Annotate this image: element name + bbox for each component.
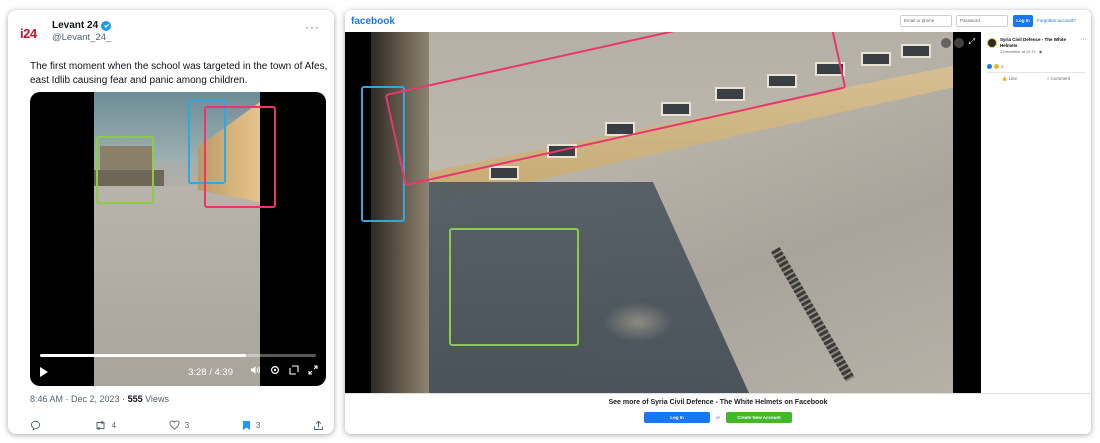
- like-reaction-icon: [987, 64, 992, 69]
- tweet-video-player[interactable]: 3:28 / 4:39: [30, 92, 326, 386]
- bookmark-icon: [242, 420, 250, 430]
- like-count: 3: [184, 420, 190, 430]
- views-count: 555: [127, 394, 143, 404]
- see-more-text: See more of Syria Civil Defence - The Wh…: [608, 399, 828, 406]
- reply-button[interactable]: [30, 420, 41, 431]
- views-label: Views: [142, 394, 169, 404]
- login-prompt-bar: See more of Syria Civil Defence - The Wh…: [345, 393, 1091, 434]
- header-login-button[interactable]: Log In: [1013, 15, 1033, 27]
- more-options-icon[interactable]: ···: [1080, 36, 1087, 43]
- highlight-box-green: [96, 136, 154, 204]
- password-field[interactable]: Password: [956, 15, 1008, 27]
- page-name[interactable]: Syria Civil Defence - The White Helmets: [1000, 37, 1068, 48]
- fullscreen-icon[interactable]: [308, 365, 318, 379]
- post-date[interactable]: 2 December at 19:79 · ◉: [1000, 49, 1042, 54]
- expand-icon[interactable]: ⤢: [969, 37, 975, 47]
- facebook-topbar: facebook Email or phone Password Log In …: [345, 10, 1091, 32]
- forgot-account-link[interactable]: Forgotten account?: [1037, 18, 1076, 23]
- or-text: or: [715, 415, 720, 420]
- reply-icon: [30, 420, 41, 431]
- retweet-button[interactable]: 4: [94, 420, 116, 431]
- create-account-button[interactable]: Create New Account: [726, 412, 792, 423]
- more-options-icon[interactable]: ···: [305, 20, 320, 34]
- facebook-card: facebook Email or phone Password Log In …: [345, 10, 1091, 434]
- email-field[interactable]: Email or phone: [900, 15, 952, 27]
- comment-icon: ○: [1046, 76, 1050, 81]
- reactions-summary[interactable]: 3: [987, 64, 1003, 69]
- video-progress-bar[interactable]: [40, 354, 316, 357]
- verified-badge-icon: [101, 20, 112, 31]
- volume-icon[interactable]: [250, 365, 261, 379]
- facebook-logo[interactable]: facebook: [351, 16, 395, 27]
- reaction-count: 3: [1001, 64, 1004, 69]
- like-button[interactable]: 👍 Like: [1002, 76, 1017, 82]
- like-button[interactable]: 3: [169, 420, 189, 430]
- tweet-text: The first moment when the school was tar…: [30, 61, 328, 86]
- author-info: Levant 24 @Levant_24_: [52, 20, 111, 43]
- author-name[interactable]: Levant 24: [52, 20, 98, 31]
- tweet-timestamp[interactable]: 8:46 AM · Dec 2, 2023 ·: [30, 394, 128, 404]
- comment-button[interactable]: ○ Comment: [1047, 76, 1071, 81]
- retweet-icon: [96, 420, 105, 430]
- picture-in-picture-icon[interactable]: [289, 365, 299, 379]
- bookmark-button[interactable]: 3: [242, 420, 260, 431]
- share-button[interactable]: [313, 420, 324, 431]
- page-avatar[interactable]: [987, 38, 997, 48]
- share-icon: [313, 420, 323, 430]
- tweet-actions: 4 3 3: [30, 418, 324, 432]
- heart-icon: [169, 420, 180, 430]
- tweet-meta: 8:46 AM · Dec 2, 2023 · 555 Views: [30, 394, 169, 404]
- thumbs-up-icon: 👍: [1001, 75, 1008, 81]
- post-actions: 👍 Like ○ Comment: [987, 72, 1085, 82]
- video-controls: 3:28 / 4:39: [40, 364, 318, 380]
- facebook-video-player[interactable]: ⤢: [345, 32, 981, 393]
- author-handle[interactable]: @Levant_24_: [52, 32, 111, 43]
- highlight-box-pink: [204, 106, 276, 208]
- play-icon[interactable]: [40, 367, 48, 377]
- tweet-card: i24 Levant 24 @Levant_24_ ··· The first …: [8, 10, 334, 434]
- post-sidebar: Syria Civil Defence - The White Helmets …: [981, 32, 1091, 393]
- login-button[interactable]: Log In: [643, 412, 710, 423]
- tweet-header: i24 Levant 24 @Levant_24_ ···: [20, 20, 324, 48]
- author-avatar[interactable]: i24: [20, 25, 44, 43]
- video-gear-icon[interactable]: [941, 38, 951, 48]
- video-volume-icon[interactable]: [954, 38, 964, 48]
- sad-reaction-icon: [994, 64, 999, 69]
- globe-icon: ◉: [1038, 50, 1043, 54]
- settings-gear-icon[interactable]: [270, 365, 280, 379]
- bookmark-count: 3: [255, 420, 261, 430]
- retweet-count: 4: [111, 420, 117, 430]
- video-time: 3:28 / 4:39: [188, 366, 233, 378]
- video-progress-fill: [40, 354, 246, 357]
- highlight-box-green: [449, 228, 579, 346]
